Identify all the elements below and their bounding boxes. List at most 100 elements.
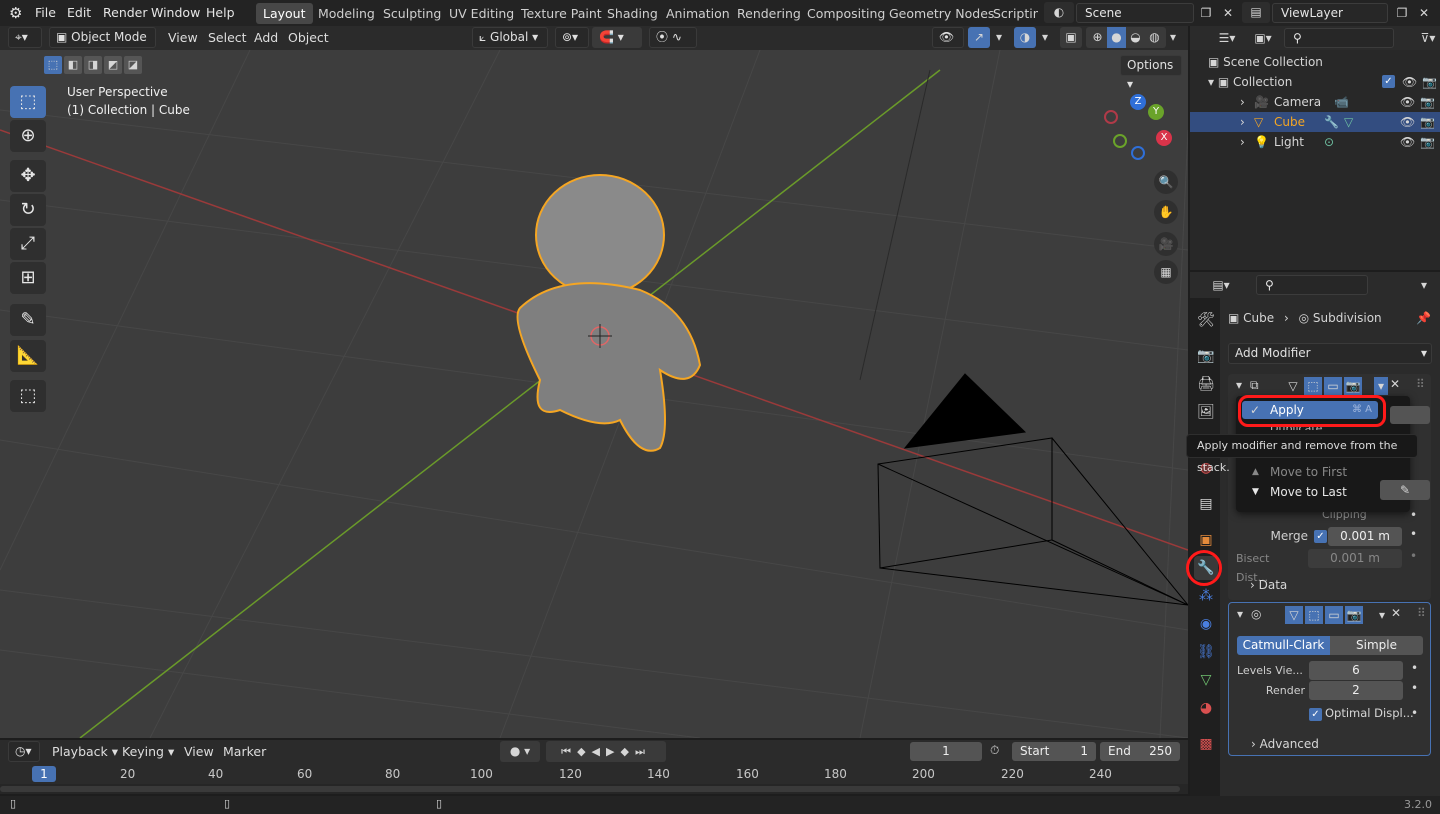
- edit-cage-icon[interactable]: ▽: [1284, 377, 1302, 395]
- filter-icon[interactable]: ⊽▾: [1416, 28, 1440, 48]
- end-frame-field[interactable]: End 250: [1100, 742, 1180, 761]
- render-levels-field[interactable]: 2: [1309, 681, 1403, 700]
- perspective-toggle-icon[interactable]: ▦: [1154, 260, 1178, 284]
- tab-uv-editing[interactable]: UV Editing: [442, 3, 521, 24]
- annotate-tool[interactable]: ✎: [10, 304, 46, 336]
- proportional-editing-toggle[interactable]: ⦿ ∿: [649, 27, 697, 48]
- outliner-item-light[interactable]: › 💡 Light ⊙ 👁 📷: [1190, 132, 1440, 152]
- texture-tab-icon[interactable]: ▩: [1194, 732, 1218, 756]
- edit-cage-icon[interactable]: ▽: [1285, 606, 1303, 624]
- outliner-item-camera[interactable]: › 🎥 Camera 📹 👁 📷: [1190, 92, 1440, 112]
- collection-tab-icon[interactable]: ▤: [1194, 492, 1218, 516]
- material-tab-icon[interactable]: ◕: [1194, 696, 1218, 720]
- output-tab-icon[interactable]: 🖨: [1194, 372, 1218, 396]
- scale-tool[interactable]: ⤢: [10, 228, 46, 260]
- view-layer-icon[interactable]: ▤: [1242, 2, 1270, 23]
- select-subtract-icon[interactable]: ◨: [84, 56, 102, 74]
- tab-layout[interactable]: Layout: [256, 3, 313, 24]
- object-tab-icon[interactable]: ▣: [1194, 528, 1218, 552]
- menu-edit[interactable]: Edit: [67, 0, 91, 26]
- gizmo-toggle[interactable]: ↗: [968, 27, 990, 48]
- camera-render-icon[interactable]: 📷: [1420, 92, 1435, 112]
- scene-collection-row[interactable]: ▣ Scene Collection: [1208, 52, 1438, 72]
- eyedropper-icon[interactable]: ✎: [1380, 480, 1430, 500]
- tab-rendering[interactable]: Rendering: [730, 3, 808, 24]
- select-invert-icon[interactable]: ◩: [104, 56, 122, 74]
- merge-distance-field[interactable]: 0.001 m: [1328, 527, 1402, 546]
- rendered-shading-icon[interactable]: ◍: [1145, 27, 1164, 48]
- bisect-distance-field[interactable]: 0.001 m: [1308, 549, 1402, 568]
- expand-arrow-icon[interactable]: ›: [1240, 132, 1245, 152]
- drag-handle-icon[interactable]: ⠿: [1416, 377, 1425, 391]
- expand-arrow-icon[interactable]: ▾: [1208, 75, 1218, 89]
- delete-scene-icon[interactable]: ✕: [1218, 3, 1238, 23]
- editor-type-icon[interactable]: ⌖▾: [8, 27, 42, 48]
- mirror-axis-field-partial[interactable]: [1390, 406, 1430, 424]
- menu-view-timeline[interactable]: View: [184, 741, 214, 762]
- menu-file[interactable]: File: [35, 0, 56, 26]
- playhead-frame[interactable]: 1: [32, 766, 56, 782]
- properties-search-input[interactable]: ⚲: [1256, 275, 1368, 295]
- render-display-icon[interactable]: 📷: [1345, 606, 1363, 624]
- menu-help[interactable]: Help: [206, 0, 235, 26]
- particles-tab-icon[interactable]: ⁂: [1194, 584, 1218, 608]
- physics-tab-icon[interactable]: ◉: [1194, 612, 1218, 636]
- cube-render-icon[interactable]: 📷: [1420, 112, 1435, 132]
- keyframe-dot-icon[interactable]: •: [1411, 661, 1418, 675]
- delete-view-layer-icon[interactable]: ✕: [1414, 3, 1434, 23]
- outliner-search-input[interactable]: ⚲: [1284, 28, 1394, 48]
- outliner-item-cube[interactable]: › ▽ Cube 🔧 ▽ 👁 📷: [1190, 112, 1440, 132]
- transform-tool[interactable]: ⊞: [10, 262, 46, 294]
- menu-window[interactable]: Window: [151, 0, 200, 26]
- gizmo-y-axis[interactable]: Y: [1148, 104, 1164, 120]
- jump-end-icon[interactable]: ⏭: [635, 745, 651, 758]
- tool-tab-icon[interactable]: 🛠: [1194, 308, 1218, 332]
- light-visibility-icon[interactable]: 👁: [1400, 132, 1415, 152]
- advanced-subpanel-toggle[interactable]: › Advanced: [1251, 737, 1319, 751]
- modifier-menu-dropdown-icon[interactable]: ▾: [1374, 377, 1388, 395]
- current-frame-field[interactable]: 1: [910, 742, 982, 761]
- copy-scene-icon[interactable]: ❐: [1196, 3, 1216, 23]
- auto-keying-toggle[interactable]: ● ▾: [500, 741, 540, 762]
- wireframe-shading-icon[interactable]: ⊕: [1088, 27, 1107, 48]
- shading-dropdown-icon[interactable]: ▾: [1166, 27, 1180, 48]
- options-dropdown[interactable]: Options ▾: [1120, 55, 1182, 91]
- display-mode-icon[interactable]: ▣▾: [1248, 28, 1278, 48]
- keyframe-dot-icon[interactable]: •: [1411, 681, 1418, 695]
- camera-view-icon[interactable]: 🎥: [1154, 232, 1178, 256]
- timeline-scrollbar[interactable]: [0, 786, 1180, 792]
- pivot-point-dropdown[interactable]: ⊚▾: [555, 27, 589, 48]
- tab-scripting[interactable]: Scripting: [986, 3, 1038, 24]
- tab-texture-paint[interactable]: Texture Paint: [514, 3, 609, 24]
- gizmo-neg-y[interactable]: [1113, 134, 1127, 148]
- add-cube-tool[interactable]: ⬚: [10, 380, 46, 412]
- play-reverse-icon[interactable]: ◀: [592, 745, 606, 758]
- scene-name-field[interactable]: Scene: [1076, 3, 1194, 23]
- tab-modeling[interactable]: Modeling: [311, 3, 382, 24]
- edit-mode-icon[interactable]: ⬚: [1305, 606, 1323, 624]
- render-tab-icon[interactable]: 📷: [1194, 344, 1218, 368]
- remove-modifier-icon[interactable]: ✕: [1390, 377, 1400, 391]
- start-frame-field[interactable]: Start 1: [1012, 742, 1096, 761]
- cube-visibility-icon[interactable]: 👁: [1400, 112, 1415, 132]
- simple-button[interactable]: Simple: [1330, 636, 1423, 655]
- measure-tool[interactable]: 📐: [10, 340, 46, 372]
- menu-render[interactable]: Render: [103, 0, 148, 26]
- select-extend-icon[interactable]: ◧: [64, 56, 82, 74]
- prev-keyframe-icon[interactable]: ◆: [577, 745, 591, 758]
- solid-shading-icon[interactable]: ●: [1107, 27, 1126, 48]
- overlays-toggle[interactable]: ◑: [1014, 27, 1036, 48]
- jump-start-icon[interactable]: ⏮: [561, 745, 577, 758]
- properties-editor-icon[interactable]: ▤▾: [1206, 275, 1236, 295]
- camera-visibility-icon[interactable]: 👁: [1400, 92, 1415, 112]
- gizmo-neg-z[interactable]: [1131, 146, 1145, 160]
- tab-geometry-nodes[interactable]: Geometry Nodes: [882, 3, 1001, 24]
- menu-select[interactable]: Select: [208, 27, 247, 48]
- levels-viewport-field[interactable]: 6: [1309, 661, 1403, 680]
- navigation-gizmo[interactable]: Z Y X: [1100, 90, 1180, 170]
- collapse-arrow-icon[interactable]: ▾: [1237, 607, 1243, 621]
- pan-hand-icon[interactable]: ✋: [1154, 200, 1178, 224]
- select-intersect-icon[interactable]: ◪: [124, 56, 142, 74]
- collection-row[interactable]: ▾ ▣ Collection ✓ 👁 📷: [1208, 72, 1438, 92]
- keyframe-dot-icon[interactable]: •: [1410, 549, 1417, 563]
